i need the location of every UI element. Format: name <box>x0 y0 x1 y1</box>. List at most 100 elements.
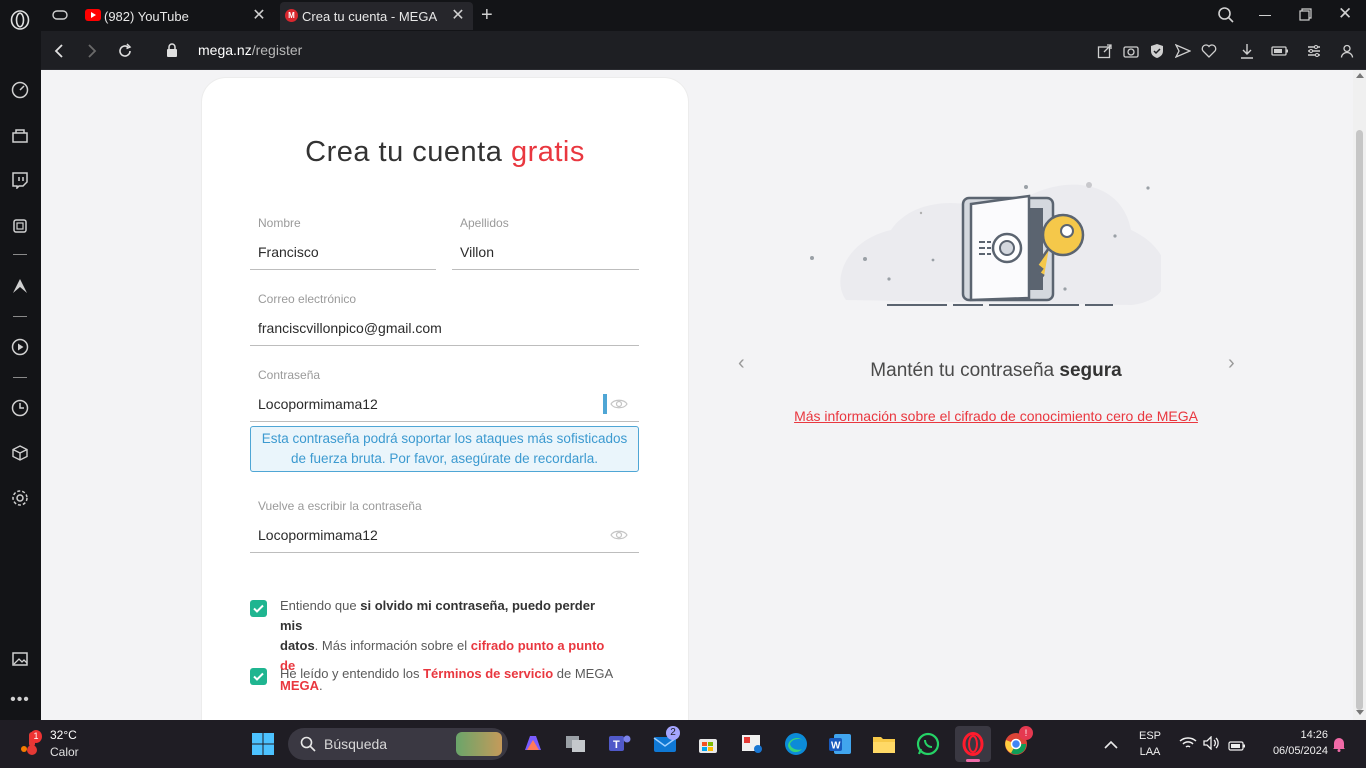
back-icon[interactable] <box>49 41 69 61</box>
first-name-underline <box>250 269 436 270</box>
notification-bell-icon[interactable] <box>1332 736 1346 757</box>
email-underline <box>250 345 639 346</box>
whatsapp-icon[interactable] <box>913 729 943 759</box>
last-name-field[interactable]: Villon <box>460 244 494 260</box>
youtube-icon <box>85 9 101 21</box>
url-field[interactable]: mega.nz/register <box>198 42 302 58</box>
easy-setup-icon[interactable] <box>1305 42 1323 60</box>
close-tab-icon[interactable]: ✕ <box>449 7 467 25</box>
clock-time[interactable]: 14:26 <box>1256 729 1328 741</box>
scroll-thumb[interactable] <box>1356 130 1363 710</box>
task-view-icon[interactable] <box>561 729 591 759</box>
email-field[interactable]: franciscvillonpico@gmail.com <box>258 320 442 336</box>
first-name-field[interactable]: Francisco <box>258 244 319 260</box>
aria-icon[interactable] <box>9 275 31 297</box>
opera-logo-icon[interactable] <box>9 9 31 31</box>
speed-dial-icon[interactable] <box>9 79 31 101</box>
profile-icon[interactable] <box>1338 42 1356 60</box>
language-line-2[interactable]: LAA <box>1136 746 1164 758</box>
send-icon[interactable] <box>1174 42 1192 60</box>
register-card: Crea tu cuenta gratis Nombre Francisco A… <box>202 78 688 720</box>
confirm-password-field[interactable]: Locopormimama12 <box>258 527 378 543</box>
tab-youtube[interactable]: (982) YouTube ✕ <box>41 2 274 30</box>
terms-checkbox[interactable] <box>250 668 267 685</box>
title-accent: gratis <box>510 136 585 168</box>
zero-knowledge-link[interactable]: Más información sobre el cifrado de cono… <box>721 408 1271 424</box>
svg-text:W: W <box>831 741 841 752</box>
store-icon[interactable] <box>693 729 723 759</box>
email-label: Correo electrónico <box>258 292 357 306</box>
consent-mid: . Más información sobre el <box>314 638 471 653</box>
tab-strip: (982) YouTube ✕ M Crea tu cuenta - MEGA … <box>41 0 1366 31</box>
chrome-icon[interactable]: ! <box>1001 726 1033 759</box>
gallery-icon[interactable] <box>9 648 31 670</box>
last-name-label: Apellidos <box>460 216 509 230</box>
hint-line-2: de fuerza bruta. Por favor, asegúrate de… <box>291 451 598 466</box>
snipping-tool-icon[interactable] <box>737 729 767 759</box>
adblock-shield-icon[interactable] <box>1148 42 1166 60</box>
language-line-1[interactable]: ESP <box>1136 730 1164 742</box>
svg-text:T: T <box>613 739 620 751</box>
search-tabs-icon[interactable] <box>1217 6 1235 29</box>
page-title: Crea tu cuenta gratis <box>202 136 688 169</box>
battery-icon[interactable] <box>1228 738 1246 756</box>
terms-of-service-link[interactable]: Términos de servicio <box>423 666 553 681</box>
forward-icon[interactable] <box>82 41 102 61</box>
windows-taskbar: 1 32°C Calor Búsqueda T 2 W ! ESP LAA 14… <box>0 720 1366 768</box>
close-window-icon[interactable]: ✕ <box>1338 4 1352 24</box>
wifi-icon[interactable] <box>1179 736 1197 755</box>
volume-icon[interactable] <box>1203 735 1221 755</box>
edge-icon[interactable] <box>781 729 811 759</box>
battery-saver-icon[interactable] <box>1271 42 1289 60</box>
terms-text: He leído y entendido los <box>280 666 424 681</box>
file-explorer-icon[interactable] <box>869 729 899 759</box>
checkmark-icon <box>253 604 264 613</box>
teams-icon[interactable]: T <box>605 729 635 759</box>
new-tab-plus-icon[interactable]: + <box>481 4 493 27</box>
show-hidden-icons-chevron-icon[interactable] <box>1104 737 1118 755</box>
share-icon[interactable] <box>1096 42 1114 60</box>
password-field[interactable]: Locopormimama12 <box>258 396 378 412</box>
tab-label: Crea tu cuenta - MEGA <box>302 8 438 24</box>
settings-gear-icon[interactable] <box>9 487 31 509</box>
reload-icon[interactable] <box>115 41 135 61</box>
last-name-underline <box>452 269 639 270</box>
scroll-down-icon[interactable] <box>1356 710 1364 715</box>
word-icon[interactable]: W <box>825 729 855 759</box>
password-strength-hint: Esta contraseña podrá soportar los ataqu… <box>250 426 639 472</box>
taskbar-search[interactable]: Búsqueda <box>288 728 508 760</box>
clock-date[interactable]: 06/05/2024 <box>1256 745 1328 757</box>
mail-icon[interactable]: 2 <box>650 726 680 759</box>
restore-icon[interactable] <box>1299 8 1312 26</box>
forgot-password-checkbox[interactable] <box>250 600 267 617</box>
heart-bookmark-icon[interactable] <box>1200 42 1218 60</box>
tab-mega[interactable]: M Crea tu cuenta - MEGA ✕ <box>280 2 473 30</box>
confirm-password-underline <box>250 552 639 553</box>
show-password-eye-icon[interactable] <box>610 397 628 415</box>
extensions-cube-icon[interactable] <box>9 442 31 464</box>
active-app-indicator <box>966 759 980 762</box>
shopping-icon[interactable] <box>9 124 31 146</box>
extension-chip-icon[interactable] <box>9 215 31 237</box>
opera-taskbar-icon[interactable] <box>955 726 991 762</box>
windows-start-icon[interactable] <box>248 729 278 759</box>
snapshot-camera-icon[interactable] <box>1122 42 1140 60</box>
more-dots-icon[interactable]: ••• <box>9 689 31 711</box>
minimize-icon[interactable] <box>1259 15 1271 16</box>
search-placeholder: Búsqueda <box>324 736 388 752</box>
twitch-icon[interactable] <box>9 169 31 191</box>
show-confirm-password-eye-icon[interactable] <box>610 528 628 546</box>
lock-icon[interactable] <box>166 43 178 62</box>
weather-badge: 1 <box>30 730 42 743</box>
history-icon[interactable] <box>9 397 31 419</box>
weather-thermometer-icon[interactable]: 1 <box>20 729 42 762</box>
copilot-icon[interactable] <box>518 729 548 759</box>
safe-key-illustration <box>801 170 1167 325</box>
close-tab-icon[interactable]: ✕ <box>250 7 268 25</box>
download-icon[interactable] <box>1238 42 1256 60</box>
chrome-badge: ! <box>1019 726 1033 740</box>
player-icon[interactable] <box>9 336 31 358</box>
page-scrollbar[interactable] <box>1353 70 1366 720</box>
consent-text: Entiendo que <box>280 598 361 613</box>
scroll-up-icon[interactable] <box>1356 73 1364 78</box>
